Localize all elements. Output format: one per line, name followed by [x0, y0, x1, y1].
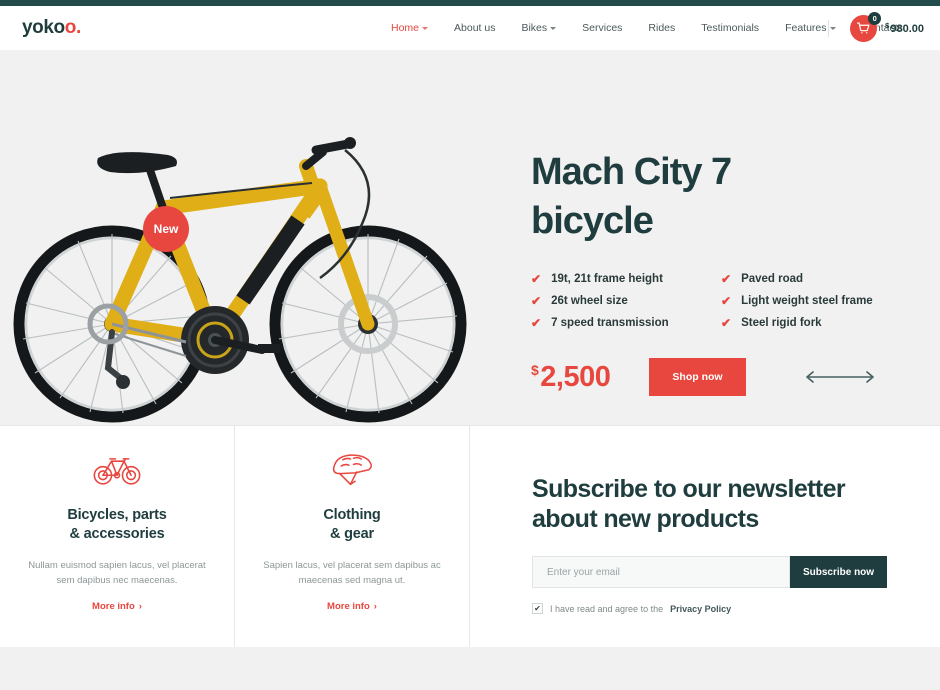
site-logo[interactable]: yokoo. — [22, 17, 81, 39]
category-card-clothing[interactable]: Clothing & gear Sapien lacus, vel placer… — [235, 426, 470, 647]
product-price: $2,500 — [531, 361, 649, 394]
nav-item-home-label: Home — [391, 22, 420, 34]
newsletter-section: Subscribe to our newsletter about new pr… — [470, 426, 940, 647]
feature-item: ✔ Steel rigid fork — [721, 317, 873, 329]
chevron-right-icon: › — [373, 601, 377, 612]
hero-title: Mach City 7 bicycle — [531, 148, 931, 246]
nav-item-services-label: Services — [582, 22, 623, 34]
card-description: Nullam euismod sapien lacus, vel placera… — [28, 560, 206, 586]
feature-item: ✔ 26t wheel size — [531, 295, 703, 307]
nav-item-rides-label: Rides — [648, 22, 676, 34]
feature-label: 19t, 21t frame height — [551, 273, 663, 285]
hero-feature-list: ✔ 19t, 21t frame height ✔ 26t wheel size… — [531, 273, 931, 329]
card-title-line1: Clothing — [323, 507, 381, 523]
nav-item-features-label: Features — [785, 22, 827, 34]
card-icon-wrap — [235, 444, 469, 494]
more-info-label: More info — [92, 601, 135, 612]
cart-total: $980.00 — [885, 21, 924, 35]
hero-slider-arrows[interactable] — [802, 369, 878, 385]
cart-total-amount: 980.00 — [890, 23, 924, 35]
nav-item-home[interactable]: Home — [378, 22, 441, 34]
new-product-badge: New — [143, 206, 189, 252]
site-header: yokoo. Home About us Bikes Services Ride… — [0, 6, 940, 50]
feature-label: 7 speed transmission — [551, 317, 669, 329]
feature-label: 26t wheel size — [551, 295, 628, 307]
more-info-link[interactable]: More info › — [327, 601, 377, 612]
card-description: Sapien lacus, vel placerat sem dapibus a… — [263, 560, 441, 586]
newsletter-title-line1: Subscribe to our newsletter — [532, 475, 846, 503]
check-icon: ✔ — [531, 316, 542, 330]
shopping-cart-icon — [857, 21, 870, 34]
hero-title-line1: Mach City 7 — [531, 151, 732, 193]
check-icon: ✔ — [721, 272, 732, 286]
email-input[interactable] — [532, 556, 790, 588]
feature-item: ✔ 19t, 21t frame height — [531, 273, 703, 285]
nav-item-testimonials[interactable]: Testimonials — [688, 22, 772, 34]
privacy-policy-link[interactable]: Privacy Policy — [670, 604, 731, 614]
card-title-line1: Bicycles, parts — [67, 507, 167, 523]
header-divider — [828, 20, 829, 37]
lower-section: Bicycles, parts & accessories Nullam eui… — [0, 425, 940, 647]
chevron-down-icon — [829, 27, 836, 30]
subscribe-button[interactable]: Subscribe now — [790, 556, 887, 588]
card-title: Bicycles, parts & accessories — [0, 506, 234, 544]
logo-accent-text: o. — [64, 17, 81, 38]
more-info-label: More info — [327, 601, 370, 612]
bicycle-product-image — [13, 137, 467, 423]
check-icon: ✔ — [721, 294, 732, 308]
check-icon: ✔ — [531, 294, 542, 308]
feature-column-right: ✔ Paved road ✔ Light weight steel frame … — [721, 273, 873, 329]
main-navigation: Home About us Bikes Services Rides Testi… — [378, 6, 916, 50]
chevron-down-icon — [550, 27, 557, 30]
card-title: Clothing & gear — [235, 506, 469, 544]
privacy-consent-checkbox[interactable]: ✔ — [532, 603, 543, 614]
cart-currency-symbol: $ — [885, 21, 890, 30]
check-icon: ✔ — [531, 272, 542, 286]
check-icon: ✔ — [534, 604, 541, 613]
bicycle-icon — [93, 458, 141, 485]
newsletter-title-line2: about new products — [532, 505, 759, 533]
nav-item-bikes-label: Bikes — [521, 22, 548, 34]
nav-item-services[interactable]: Services — [569, 22, 635, 34]
feature-label: Steel rigid fork — [741, 317, 822, 329]
helmet-icon — [332, 454, 373, 486]
feature-label: Light weight steel frame — [741, 295, 873, 307]
price-currency-symbol: $ — [531, 361, 539, 378]
feature-item: ✔ Light weight steel frame — [721, 295, 873, 307]
category-card-bicycles[interactable]: Bicycles, parts & accessories Nullam eui… — [0, 426, 235, 647]
nav-item-about-us[interactable]: About us — [441, 22, 508, 34]
check-icon: ✔ — [721, 316, 732, 330]
nav-item-bikes[interactable]: Bikes — [508, 22, 569, 34]
price-amount: 2,500 — [540, 360, 611, 393]
chevron-right-icon: › — [138, 601, 142, 612]
hero-section: New Mach City 7 bicycle ✔ 19t, 21t frame… — [0, 50, 940, 425]
cart-button[interactable]: 0 — [850, 11, 882, 42]
nav-item-rides[interactable]: Rides — [635, 22, 688, 34]
card-icon-wrap — [0, 444, 234, 494]
hero-copy: Mach City 7 bicycle ✔ 19t, 21t frame hei… — [531, 148, 931, 396]
hero-title-line2: bicycle — [531, 200, 654, 242]
cart-count-badge: 0 — [868, 11, 882, 25]
left-right-arrow-icon — [806, 371, 874, 383]
nav-item-features[interactable]: Features — [772, 22, 848, 34]
shop-now-button[interactable]: Shop now — [649, 358, 746, 396]
privacy-consent-row: ✔ I have read and agree to the Privacy P… — [532, 603, 940, 614]
hero-purchase-row: $2,500 Shop now — [531, 358, 931, 396]
privacy-consent-text: I have read and agree to the — [550, 603, 664, 614]
feature-label: Paved road — [741, 273, 804, 285]
card-title-line2: & gear — [330, 526, 374, 542]
newsletter-title: Subscribe to our newsletter about new pr… — [532, 474, 940, 534]
more-info-link[interactable]: More info › — [92, 601, 142, 612]
nav-item-about-us-label: About us — [454, 22, 496, 34]
feature-column-left: ✔ 19t, 21t frame height ✔ 26t wheel size… — [531, 273, 703, 329]
card-title-line2: & accessories — [69, 526, 165, 542]
cart-area: 0 $980.00 — [850, 6, 924, 50]
feature-item: ✔ 7 speed transmission — [531, 317, 703, 329]
chevron-down-icon — [422, 27, 429, 30]
feature-item: ✔ Paved road — [721, 273, 873, 285]
logo-main-text: yoko — [22, 17, 65, 38]
newsletter-form: Subscribe now — [532, 556, 887, 588]
nav-item-testimonials-label: Testimonials — [701, 22, 760, 34]
